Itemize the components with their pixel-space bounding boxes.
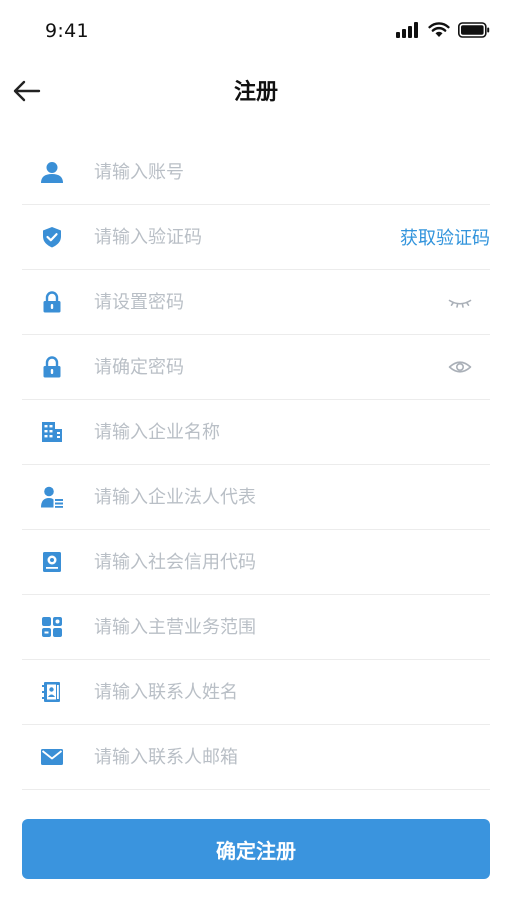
company-name-row	[22, 400, 490, 465]
password-row	[22, 270, 490, 335]
nav-bar: 注册	[0, 62, 512, 118]
building-icon	[42, 422, 62, 442]
account-input[interactable]	[94, 140, 394, 204]
user-icon	[41, 162, 63, 183]
registration-form: 获取验证码	[22, 140, 490, 790]
status-icons	[396, 22, 490, 38]
contact-name-row	[22, 660, 490, 725]
cellular-signal-icon	[396, 22, 418, 38]
contact-email-row	[22, 725, 490, 790]
business-scope-row	[22, 595, 490, 660]
lock-icon	[43, 291, 61, 313]
account-row	[22, 140, 490, 205]
submit-register-button[interactable]: 确定注册	[22, 819, 490, 879]
person-card-icon	[41, 486, 63, 508]
company-name-input[interactable]	[94, 400, 394, 464]
business-scope-input[interactable]	[94, 595, 394, 659]
lock-icon	[43, 356, 61, 378]
password-input[interactable]	[94, 270, 394, 334]
page-title: 注册	[233, 80, 278, 105]
contact-book-icon	[42, 682, 60, 702]
credit-code-row	[22, 530, 490, 595]
confirm-password-row	[22, 335, 490, 400]
credit-code-input[interactable]	[94, 530, 394, 594]
legal-representative-input[interactable]	[94, 465, 394, 529]
status-time: 9:41	[45, 20, 89, 42]
shield-check-icon	[43, 227, 61, 248]
eye-open-icon[interactable]	[448, 355, 472, 379]
wifi-icon	[428, 22, 450, 37]
get-code-button[interactable]: 获取验证码	[400, 224, 490, 250]
contact-email-input[interactable]	[94, 725, 394, 789]
legal-representative-row	[22, 465, 490, 530]
contact-name-input[interactable]	[94, 660, 394, 724]
verify-code-input[interactable]	[94, 205, 394, 269]
certificate-icon	[43, 552, 61, 572]
mail-icon	[41, 749, 63, 765]
eye-closed-icon[interactable]	[448, 290, 472, 314]
status-bar: 9:41	[0, 0, 512, 62]
grid-icon	[42, 617, 62, 637]
battery-icon	[458, 22, 490, 38]
verify-code-row: 获取验证码	[22, 205, 490, 270]
confirm-password-input[interactable]	[94, 335, 394, 399]
